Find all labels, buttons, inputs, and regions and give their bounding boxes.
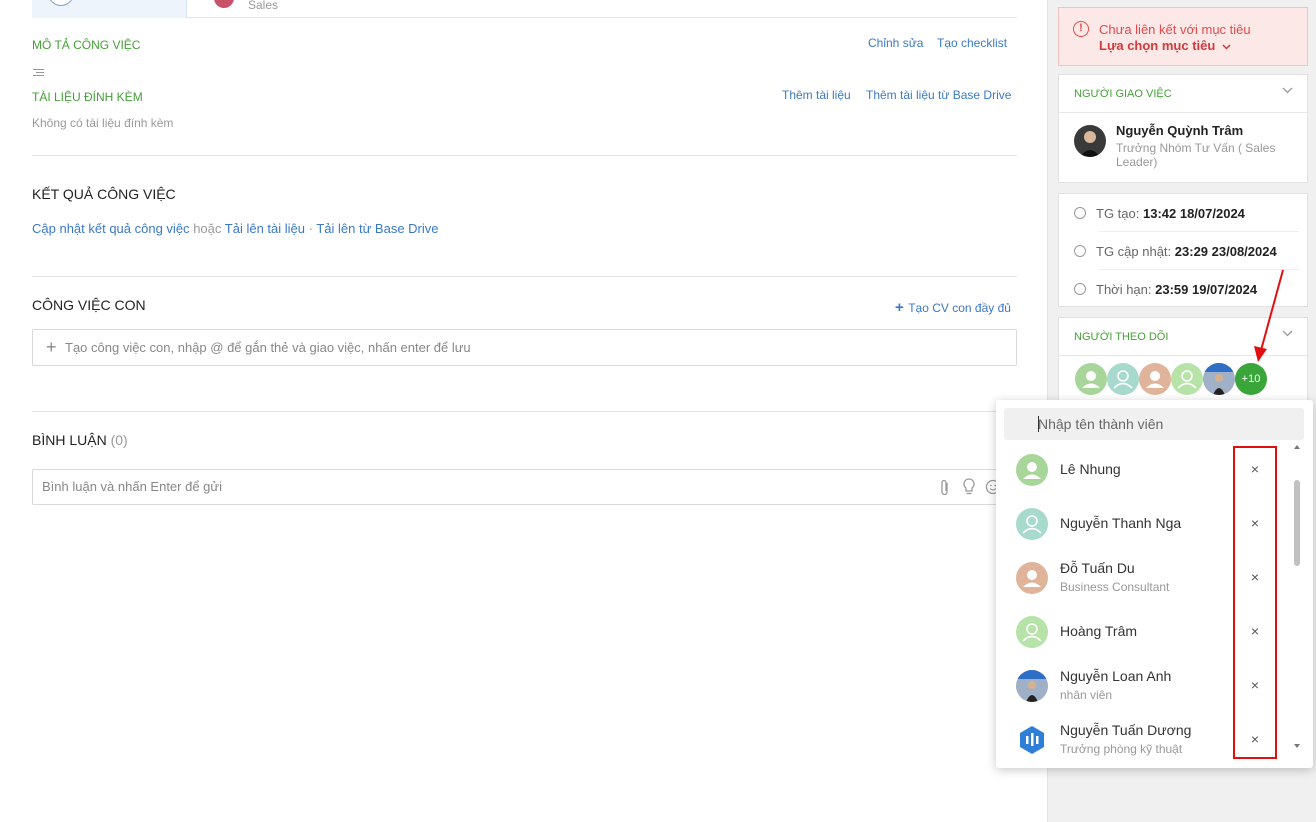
follower-avatar[interactable] bbox=[1107, 363, 1139, 395]
member-avatar bbox=[1016, 670, 1048, 702]
text-cursor bbox=[1038, 416, 1039, 432]
scroll-down-icon[interactable] bbox=[1294, 744, 1300, 749]
comments-count: (0) bbox=[110, 432, 128, 448]
lightbulb-icon[interactable] bbox=[962, 478, 976, 496]
upload-document-link[interactable]: Tải lên tài liệu bbox=[225, 221, 305, 236]
task-detail-main: Sales MÔ TẢ CÔNG VIỆC Chỉnh sửa Tạo chec… bbox=[0, 0, 1047, 822]
updated-value: 23:29 23/08/2024 bbox=[1174, 244, 1277, 259]
member-subtitle: Business Consultant bbox=[1060, 580, 1170, 594]
member-name: Lê Nhung bbox=[1060, 461, 1121, 477]
goal-warning-banner: ! Chưa liên kết với mục tiêu Lựa chọn mụ… bbox=[1058, 7, 1308, 66]
follower-avatar[interactable] bbox=[1139, 363, 1171, 395]
comments-title: BÌNH LUẬN (0) bbox=[32, 432, 128, 448]
select-goal-link[interactable]: Lựa chọn mục tiêu bbox=[1099, 38, 1231, 53]
created-label: TG tạo: bbox=[1096, 206, 1140, 221]
updated-label: TG cập nhật: bbox=[1096, 244, 1172, 259]
assigner-avatar bbox=[1074, 125, 1106, 157]
member-avatar bbox=[1016, 562, 1048, 594]
create-checklist-link[interactable]: Tạo checklist bbox=[937, 36, 1007, 50]
clock-icon bbox=[1074, 245, 1086, 257]
member-name: Đỗ Tuấn Du bbox=[1060, 560, 1135, 576]
attachments-title: TÀI LIỆU ĐÍNH KÈM bbox=[32, 90, 143, 104]
plus-icon: + bbox=[46, 337, 57, 357]
assigner-title: NGƯỜI GIAO VIỆC bbox=[1074, 88, 1172, 100]
member-avatar bbox=[1016, 454, 1048, 486]
subtasks-title: CÔNG VIỆC CON bbox=[32, 297, 146, 313]
top-tab-strip: Sales bbox=[32, 0, 1017, 18]
user-circle-icon bbox=[1074, 207, 1086, 219]
comment-input[interactable]: Bình luận và nhấn Enter để gửi bbox=[32, 469, 1017, 505]
comment-input-placeholder: Bình luận và nhấn Enter để gửi bbox=[42, 479, 222, 494]
annotation-arrow bbox=[1254, 269, 1284, 362]
top-sub-label: Sales bbox=[248, 0, 279, 12]
dropdown-scrollbar[interactable] bbox=[1293, 444, 1301, 754]
add-attachment-link[interactable]: Thêm tài liệu bbox=[782, 88, 851, 102]
followers-title: NGƯỜI THEO DÕI bbox=[1074, 331, 1169, 343]
divider bbox=[32, 411, 1017, 412]
results-title: KẾT QUẢ CÔNG VIỆC bbox=[32, 186, 176, 202]
assigner-role: Trưởng Nhóm Tư Vấn ( Sales Leader) bbox=[1116, 141, 1276, 169]
member-name: Nguyễn Tuấn Dương bbox=[1060, 722, 1192, 738]
created-value: 13:42 18/07/2024 bbox=[1142, 206, 1245, 221]
member-avatar bbox=[1016, 724, 1048, 756]
member-avatar bbox=[1016, 616, 1048, 648]
goal-warning-text: Chưa liên kết với mục tiêu bbox=[1099, 22, 1251, 37]
upload-from-drive-link[interactable]: Tải lên từ Base Drive bbox=[316, 221, 438, 236]
scroll-thumb[interactable] bbox=[1294, 480, 1300, 566]
annotation-highlight-box bbox=[1233, 446, 1277, 759]
add-from-drive-link[interactable]: Thêm tài liệu từ Base Drive bbox=[866, 88, 1011, 102]
subtask-input-placeholder: Tạo công việc con, nhập @ để gắn thẻ và … bbox=[65, 340, 471, 355]
member-subtitle: Trưởng phòng kỹ thuật bbox=[1060, 742, 1183, 756]
deadline-value: 23:59 19/07/2024 bbox=[1155, 282, 1258, 297]
assigner-name: Nguyễn Quỳnh Trâm bbox=[1116, 123, 1244, 138]
clock-icon bbox=[1074, 283, 1086, 295]
paperclip-icon[interactable] bbox=[939, 479, 951, 497]
member-name: Nguyễn Thanh Nga bbox=[1060, 515, 1182, 531]
member-subtitle: nhân viên bbox=[1060, 688, 1113, 702]
divider bbox=[32, 276, 1017, 277]
text-lines-icon bbox=[33, 69, 44, 76]
chevron-down-icon bbox=[1282, 87, 1293, 94]
separator-dot: · bbox=[308, 221, 313, 236]
assigner-card: NGƯỜI GIAO VIỆC Nguyễn Quỳnh Trâm Trưởng… bbox=[1058, 74, 1308, 183]
assigner-card-header[interactable]: NGƯỜI GIAO VIỆC bbox=[1059, 75, 1307, 113]
follower-avatar[interactable] bbox=[1203, 363, 1235, 395]
member-name: Hoàng Trâm bbox=[1060, 623, 1138, 639]
updated-time-row: TG cập nhật: 23:29 23/08/2024 bbox=[1074, 244, 1277, 259]
deadline-row: Thời hạn: 23:59 19/07/2024 bbox=[1074, 282, 1257, 297]
description-title: MÔ TẢ CÔNG VIỆC bbox=[32, 38, 141, 52]
active-top-tab[interactable] bbox=[32, 0, 187, 18]
deadline-label: Thời hạn: bbox=[1096, 282, 1152, 297]
subtask-input[interactable]: + Tạo công việc con, nhập @ để gắn thẻ v… bbox=[32, 329, 1017, 366]
member-search-input[interactable] bbox=[1004, 408, 1304, 440]
alert-icon: ! bbox=[1073, 21, 1089, 37]
select-goal-label: Lựa chọn mục tiêu bbox=[1099, 38, 1216, 53]
edit-description-link[interactable]: Chỉnh sửa bbox=[868, 36, 923, 50]
created-time-row: TG tạo: 13:42 18/07/2024 bbox=[1074, 206, 1245, 221]
plus-icon: + bbox=[895, 299, 904, 316]
more-followers-badge[interactable]: +10 bbox=[1235, 363, 1267, 395]
member-avatar bbox=[1016, 508, 1048, 540]
create-full-subtask-label: Tạo CV con đầy đủ bbox=[908, 301, 1011, 315]
member-name: Nguyễn Loan Anh bbox=[1060, 668, 1172, 684]
divider bbox=[1099, 231, 1299, 232]
chevron-down-icon bbox=[1222, 44, 1231, 50]
no-attachment-text: Không có tài liệu đính kèm bbox=[32, 116, 174, 130]
or-text: hoặc bbox=[193, 221, 222, 236]
tab-circle-icon bbox=[48, 0, 74, 6]
update-results-link[interactable]: Cập nhật kết quả công việc bbox=[32, 221, 190, 236]
follower-avatar[interactable] bbox=[1075, 363, 1107, 395]
follower-avatar[interactable] bbox=[1171, 363, 1203, 395]
comments-title-text: BÌNH LUẬN bbox=[32, 432, 107, 448]
create-full-subtask-button[interactable]: + Tạo CV con đầy đủ bbox=[895, 299, 1011, 317]
scroll-up-icon[interactable] bbox=[1294, 444, 1300, 449]
divider bbox=[32, 155, 1017, 156]
results-actions: Cập nhật kết quả công việc hoặc Tải lên … bbox=[32, 221, 439, 236]
user-avatar-small bbox=[214, 0, 234, 8]
